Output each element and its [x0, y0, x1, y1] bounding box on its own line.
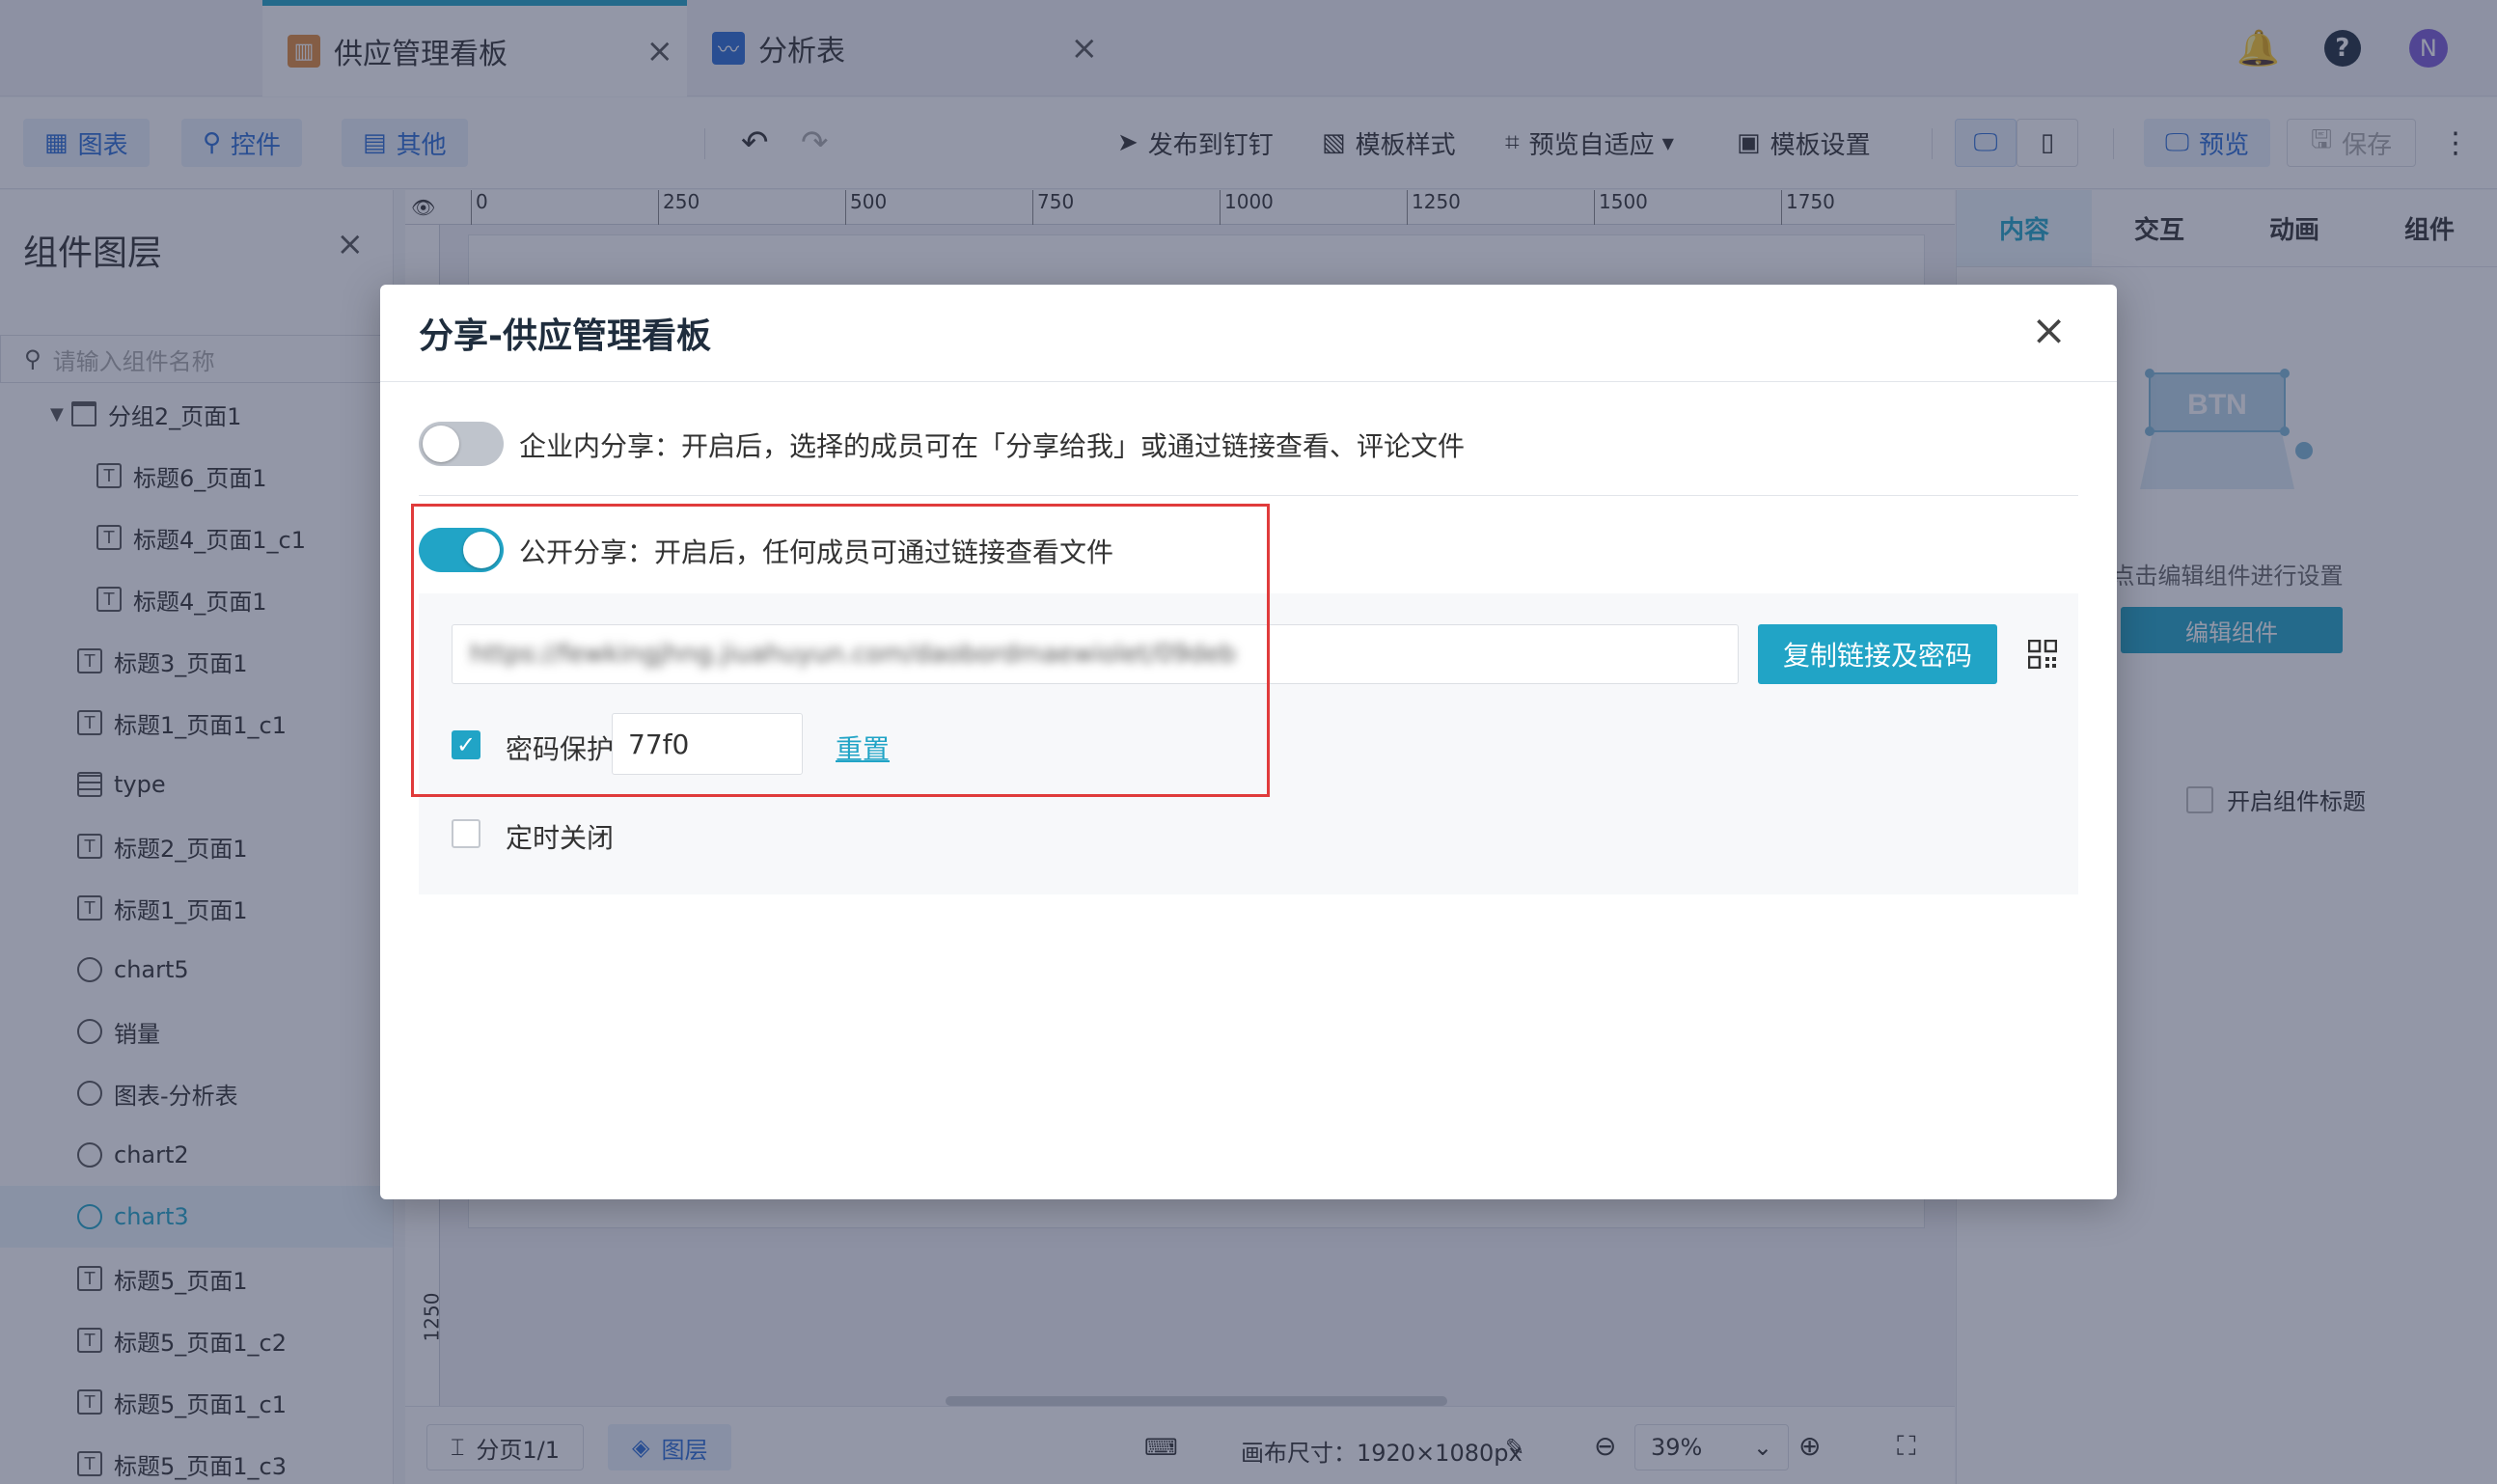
share-link-input[interactable]: https://fewkingjhng.jiuahuyun.com/daobor… [452, 624, 1739, 684]
qr-module [2052, 664, 2056, 668]
public-share-label: 公开分享：开启后，任何成员可通过链接查看文件 [519, 536, 1114, 568]
divider [380, 381, 2117, 382]
qr-module [2052, 657, 2056, 661]
qr-corner [2044, 640, 2057, 653]
close-icon[interactable]: × [2031, 306, 2067, 355]
qr-corner [2028, 655, 2042, 669]
qr-code-icon[interactable] [2028, 640, 2057, 669]
check-icon: ✓ [455, 731, 477, 758]
internal-share-label: 企业内分享：开启后，选择的成员可在「分享给我」或通过链接查看、评论文件 [519, 430, 1466, 462]
timed-close-checkbox[interactable] [452, 819, 480, 848]
toggle-knob [423, 426, 459, 462]
copy-link-button[interactable]: 复制链接及密码 [1758, 624, 1997, 684]
share-settings-panel: https://fewkingjhng.jiuahuyun.com/daobor… [419, 593, 2078, 894]
dialog-title: 分享-供应管理看板 [419, 316, 711, 356]
password-input[interactable]: 77f0 [612, 713, 803, 775]
reset-password-link[interactable]: 重置 [836, 728, 890, 767]
qr-module [2045, 664, 2049, 668]
toggle-knob [463, 532, 500, 568]
public-share-toggle[interactable] [419, 528, 504, 572]
password-protect-checkbox[interactable]: ✓ [452, 730, 480, 759]
internal-share-toggle[interactable] [419, 422, 504, 466]
password-protect-label: 密码保护 [506, 733, 615, 765]
divider [419, 495, 2078, 496]
share-link-text: https://fewkingjhng.jiuahuyun.com/daobor… [470, 640, 1236, 669]
share-dialog: 分享-供应管理看板 × 企业内分享：开启后，选择的成员可在「分享给我」或通过链接… [380, 285, 2117, 1199]
qr-corner [2028, 640, 2042, 653]
timed-close-label: 定时关闭 [506, 822, 615, 854]
qr-module [2045, 657, 2049, 661]
